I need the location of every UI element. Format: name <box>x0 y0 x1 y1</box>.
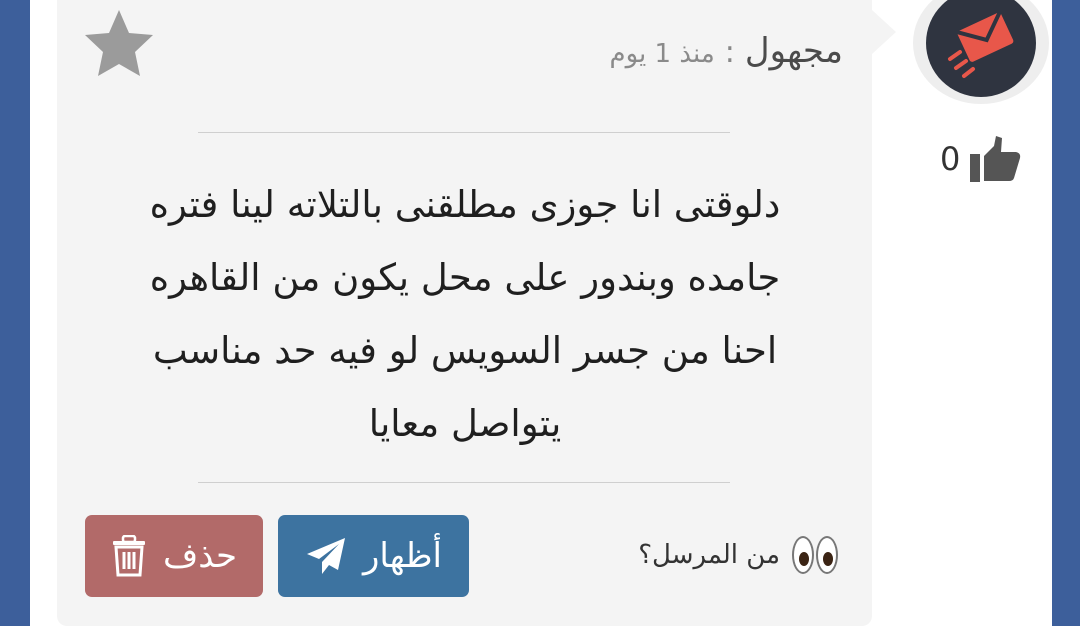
divider-top <box>198 132 730 133</box>
like-count: 0 <box>940 140 961 178</box>
star-icon[interactable] <box>83 8 155 78</box>
paper-plane-icon <box>307 538 346 574</box>
delete-label: حذف <box>162 536 238 576</box>
delete-button[interactable]: حذف <box>85 515 263 597</box>
message-line: جامده وبندور على محل يكون من القاهره <box>149 256 781 299</box>
divider-bottom <box>198 482 730 483</box>
message-time: منذ 1 يوم <box>609 39 715 69</box>
message-line: احنا من جسر السويس لو فيه حد مناسب <box>152 329 778 372</box>
sender-name: مجهول <box>744 31 843 71</box>
message-line: يتواصل معايا <box>368 402 562 445</box>
eyes-icon <box>792 536 838 574</box>
message-body: دلوقتى انا جوزى مطلقنى بالتلاته لينا فتر… <box>90 168 840 460</box>
who-sent-row[interactable]: من المرسل؟ <box>638 536 838 574</box>
trash-icon <box>112 535 145 577</box>
like-widget[interactable]: 0 <box>940 134 1022 184</box>
message-card-tail <box>872 10 896 54</box>
reveal-label: أظهار <box>363 536 442 576</box>
reveal-button[interactable]: أظهار <box>278 515 469 597</box>
message-line: دلوقتى انا جوزى مطلقنى بالتلاته لينا فتر… <box>149 183 781 226</box>
message-header: مجهول: منذ 1 يوم <box>610 34 843 68</box>
header-separator: : <box>724 35 735 70</box>
thumbs-up-icon[interactable] <box>968 134 1022 184</box>
who-sent-label: من المرسل؟ <box>638 540 780 570</box>
envelope-logo-icon <box>948 10 1014 78</box>
